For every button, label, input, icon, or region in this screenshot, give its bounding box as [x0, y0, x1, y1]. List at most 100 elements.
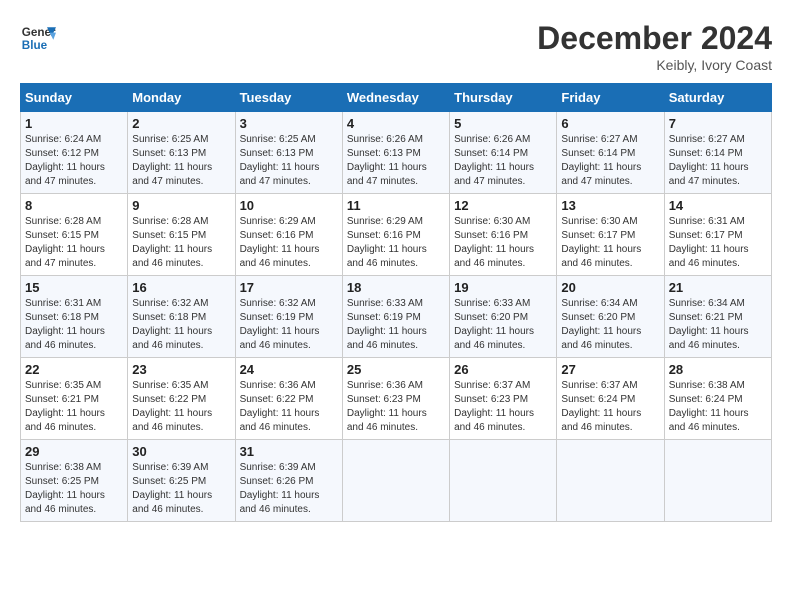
calendar-cell: 27 Sunrise: 6:37 AMSunset: 6:24 PMDaylig… — [557, 358, 664, 440]
day-info: Sunrise: 6:26 AMSunset: 6:13 PMDaylight:… — [347, 133, 445, 189]
day-number: 9 — [132, 198, 230, 213]
day-number: 5 — [454, 116, 552, 131]
day-number: 28 — [669, 362, 767, 377]
calendar-cell: 6 Sunrise: 6:27 AMSunset: 6:14 PMDayligh… — [557, 112, 664, 194]
day-info: Sunrise: 6:36 AMSunset: 6:22 PMDaylight:… — [240, 379, 338, 435]
column-header-thursday: Thursday — [450, 84, 557, 112]
day-info: Sunrise: 6:34 AMSunset: 6:21 PMDaylight:… — [669, 297, 767, 353]
day-info: Sunrise: 6:32 AMSunset: 6:18 PMDaylight:… — [132, 297, 230, 353]
day-info: Sunrise: 6:33 AMSunset: 6:20 PMDaylight:… — [454, 297, 552, 353]
column-header-friday: Friday — [557, 84, 664, 112]
day-number: 25 — [347, 362, 445, 377]
day-number: 31 — [240, 444, 338, 459]
calendar-cell: 11 Sunrise: 6:29 AMSunset: 6:16 PMDaylig… — [342, 194, 449, 276]
title-block: December 2024 Keibly, Ivory Coast — [537, 20, 772, 73]
day-number: 18 — [347, 280, 445, 295]
calendar-cell: 16 Sunrise: 6:32 AMSunset: 6:18 PMDaylig… — [128, 276, 235, 358]
day-info: Sunrise: 6:33 AMSunset: 6:19 PMDaylight:… — [347, 297, 445, 353]
day-info: Sunrise: 6:27 AMSunset: 6:14 PMDaylight:… — [669, 133, 767, 189]
calendar-cell: 19 Sunrise: 6:33 AMSunset: 6:20 PMDaylig… — [450, 276, 557, 358]
calendar-cell: 17 Sunrise: 6:32 AMSunset: 6:19 PMDaylig… — [235, 276, 342, 358]
day-info: Sunrise: 6:25 AMSunset: 6:13 PMDaylight:… — [132, 133, 230, 189]
day-info: Sunrise: 6:39 AMSunset: 6:25 PMDaylight:… — [132, 461, 230, 517]
calendar-week-row: 15 Sunrise: 6:31 AMSunset: 6:18 PMDaylig… — [21, 276, 772, 358]
calendar-cell: 31 Sunrise: 6:39 AMSunset: 6:26 PMDaylig… — [235, 440, 342, 522]
day-info: Sunrise: 6:32 AMSunset: 6:19 PMDaylight:… — [240, 297, 338, 353]
calendar-header-row: SundayMondayTuesdayWednesdayThursdayFrid… — [21, 84, 772, 112]
day-info: Sunrise: 6:36 AMSunset: 6:23 PMDaylight:… — [347, 379, 445, 435]
day-info: Sunrise: 6:29 AMSunset: 6:16 PMDaylight:… — [347, 215, 445, 271]
calendar-cell: 30 Sunrise: 6:39 AMSunset: 6:25 PMDaylig… — [128, 440, 235, 522]
calendar-week-row: 22 Sunrise: 6:35 AMSunset: 6:21 PMDaylig… — [21, 358, 772, 440]
calendar-cell: 12 Sunrise: 6:30 AMSunset: 6:16 PMDaylig… — [450, 194, 557, 276]
day-number: 26 — [454, 362, 552, 377]
day-info: Sunrise: 6:26 AMSunset: 6:14 PMDaylight:… — [454, 133, 552, 189]
calendar-cell: 15 Sunrise: 6:31 AMSunset: 6:18 PMDaylig… — [21, 276, 128, 358]
day-info: Sunrise: 6:27 AMSunset: 6:14 PMDaylight:… — [561, 133, 659, 189]
calendar-week-row: 8 Sunrise: 6:28 AMSunset: 6:15 PMDayligh… — [21, 194, 772, 276]
day-number: 4 — [347, 116, 445, 131]
calendar-cell: 5 Sunrise: 6:26 AMSunset: 6:14 PMDayligh… — [450, 112, 557, 194]
calendar-cell: 29 Sunrise: 6:38 AMSunset: 6:25 PMDaylig… — [21, 440, 128, 522]
day-number: 7 — [669, 116, 767, 131]
calendar-cell: 18 Sunrise: 6:33 AMSunset: 6:19 PMDaylig… — [342, 276, 449, 358]
day-number: 1 — [25, 116, 123, 131]
logo: General Blue — [20, 20, 56, 56]
calendar-cell: 9 Sunrise: 6:28 AMSunset: 6:15 PMDayligh… — [128, 194, 235, 276]
calendar-cell: 20 Sunrise: 6:34 AMSunset: 6:20 PMDaylig… — [557, 276, 664, 358]
day-info: Sunrise: 6:35 AMSunset: 6:22 PMDaylight:… — [132, 379, 230, 435]
day-info: Sunrise: 6:30 AMSunset: 6:16 PMDaylight:… — [454, 215, 552, 271]
day-info: Sunrise: 6:38 AMSunset: 6:24 PMDaylight:… — [669, 379, 767, 435]
calendar-cell: 2 Sunrise: 6:25 AMSunset: 6:13 PMDayligh… — [128, 112, 235, 194]
day-number: 17 — [240, 280, 338, 295]
day-number: 12 — [454, 198, 552, 213]
calendar-cell: 8 Sunrise: 6:28 AMSunset: 6:15 PMDayligh… — [21, 194, 128, 276]
day-number: 24 — [240, 362, 338, 377]
day-info: Sunrise: 6:28 AMSunset: 6:15 PMDaylight:… — [25, 215, 123, 271]
day-number: 11 — [347, 198, 445, 213]
calendar-cell — [557, 440, 664, 522]
day-number: 23 — [132, 362, 230, 377]
day-info: Sunrise: 6:28 AMSunset: 6:15 PMDaylight:… — [132, 215, 230, 271]
column-header-tuesday: Tuesday — [235, 84, 342, 112]
day-number: 21 — [669, 280, 767, 295]
calendar-cell: 14 Sunrise: 6:31 AMSunset: 6:17 PMDaylig… — [664, 194, 771, 276]
location: Keibly, Ivory Coast — [537, 57, 772, 73]
day-info: Sunrise: 6:25 AMSunset: 6:13 PMDaylight:… — [240, 133, 338, 189]
day-info: Sunrise: 6:30 AMSunset: 6:17 PMDaylight:… — [561, 215, 659, 271]
logo-icon: General Blue — [20, 20, 56, 56]
calendar-cell: 13 Sunrise: 6:30 AMSunset: 6:17 PMDaylig… — [557, 194, 664, 276]
day-info: Sunrise: 6:24 AMSunset: 6:12 PMDaylight:… — [25, 133, 123, 189]
day-number: 20 — [561, 280, 659, 295]
calendar-cell: 7 Sunrise: 6:27 AMSunset: 6:14 PMDayligh… — [664, 112, 771, 194]
calendar-cell — [664, 440, 771, 522]
day-info: Sunrise: 6:31 AMSunset: 6:17 PMDaylight:… — [669, 215, 767, 271]
column-header-monday: Monday — [128, 84, 235, 112]
day-number: 2 — [132, 116, 230, 131]
calendar-week-row: 29 Sunrise: 6:38 AMSunset: 6:25 PMDaylig… — [21, 440, 772, 522]
day-number: 3 — [240, 116, 338, 131]
day-info: Sunrise: 6:39 AMSunset: 6:26 PMDaylight:… — [240, 461, 338, 517]
page-header: General Blue December 2024 Keibly, Ivory… — [20, 20, 772, 73]
day-number: 29 — [25, 444, 123, 459]
day-number: 27 — [561, 362, 659, 377]
calendar-cell: 26 Sunrise: 6:37 AMSunset: 6:23 PMDaylig… — [450, 358, 557, 440]
calendar-cell: 23 Sunrise: 6:35 AMSunset: 6:22 PMDaylig… — [128, 358, 235, 440]
svg-text:Blue: Blue — [22, 39, 48, 52]
month-title: December 2024 — [537, 20, 772, 57]
day-info: Sunrise: 6:37 AMSunset: 6:24 PMDaylight:… — [561, 379, 659, 435]
day-info: Sunrise: 6:31 AMSunset: 6:18 PMDaylight:… — [25, 297, 123, 353]
day-number: 8 — [25, 198, 123, 213]
calendar-cell: 22 Sunrise: 6:35 AMSunset: 6:21 PMDaylig… — [21, 358, 128, 440]
day-info: Sunrise: 6:29 AMSunset: 6:16 PMDaylight:… — [240, 215, 338, 271]
calendar-cell: 28 Sunrise: 6:38 AMSunset: 6:24 PMDaylig… — [664, 358, 771, 440]
calendar-cell: 24 Sunrise: 6:36 AMSunset: 6:22 PMDaylig… — [235, 358, 342, 440]
calendar-cell — [342, 440, 449, 522]
day-number: 30 — [132, 444, 230, 459]
column-header-saturday: Saturday — [664, 84, 771, 112]
day-number: 13 — [561, 198, 659, 213]
day-number: 10 — [240, 198, 338, 213]
calendar-cell: 21 Sunrise: 6:34 AMSunset: 6:21 PMDaylig… — [664, 276, 771, 358]
calendar-cell: 25 Sunrise: 6:36 AMSunset: 6:23 PMDaylig… — [342, 358, 449, 440]
calendar-table: SundayMondayTuesdayWednesdayThursdayFrid… — [20, 83, 772, 522]
